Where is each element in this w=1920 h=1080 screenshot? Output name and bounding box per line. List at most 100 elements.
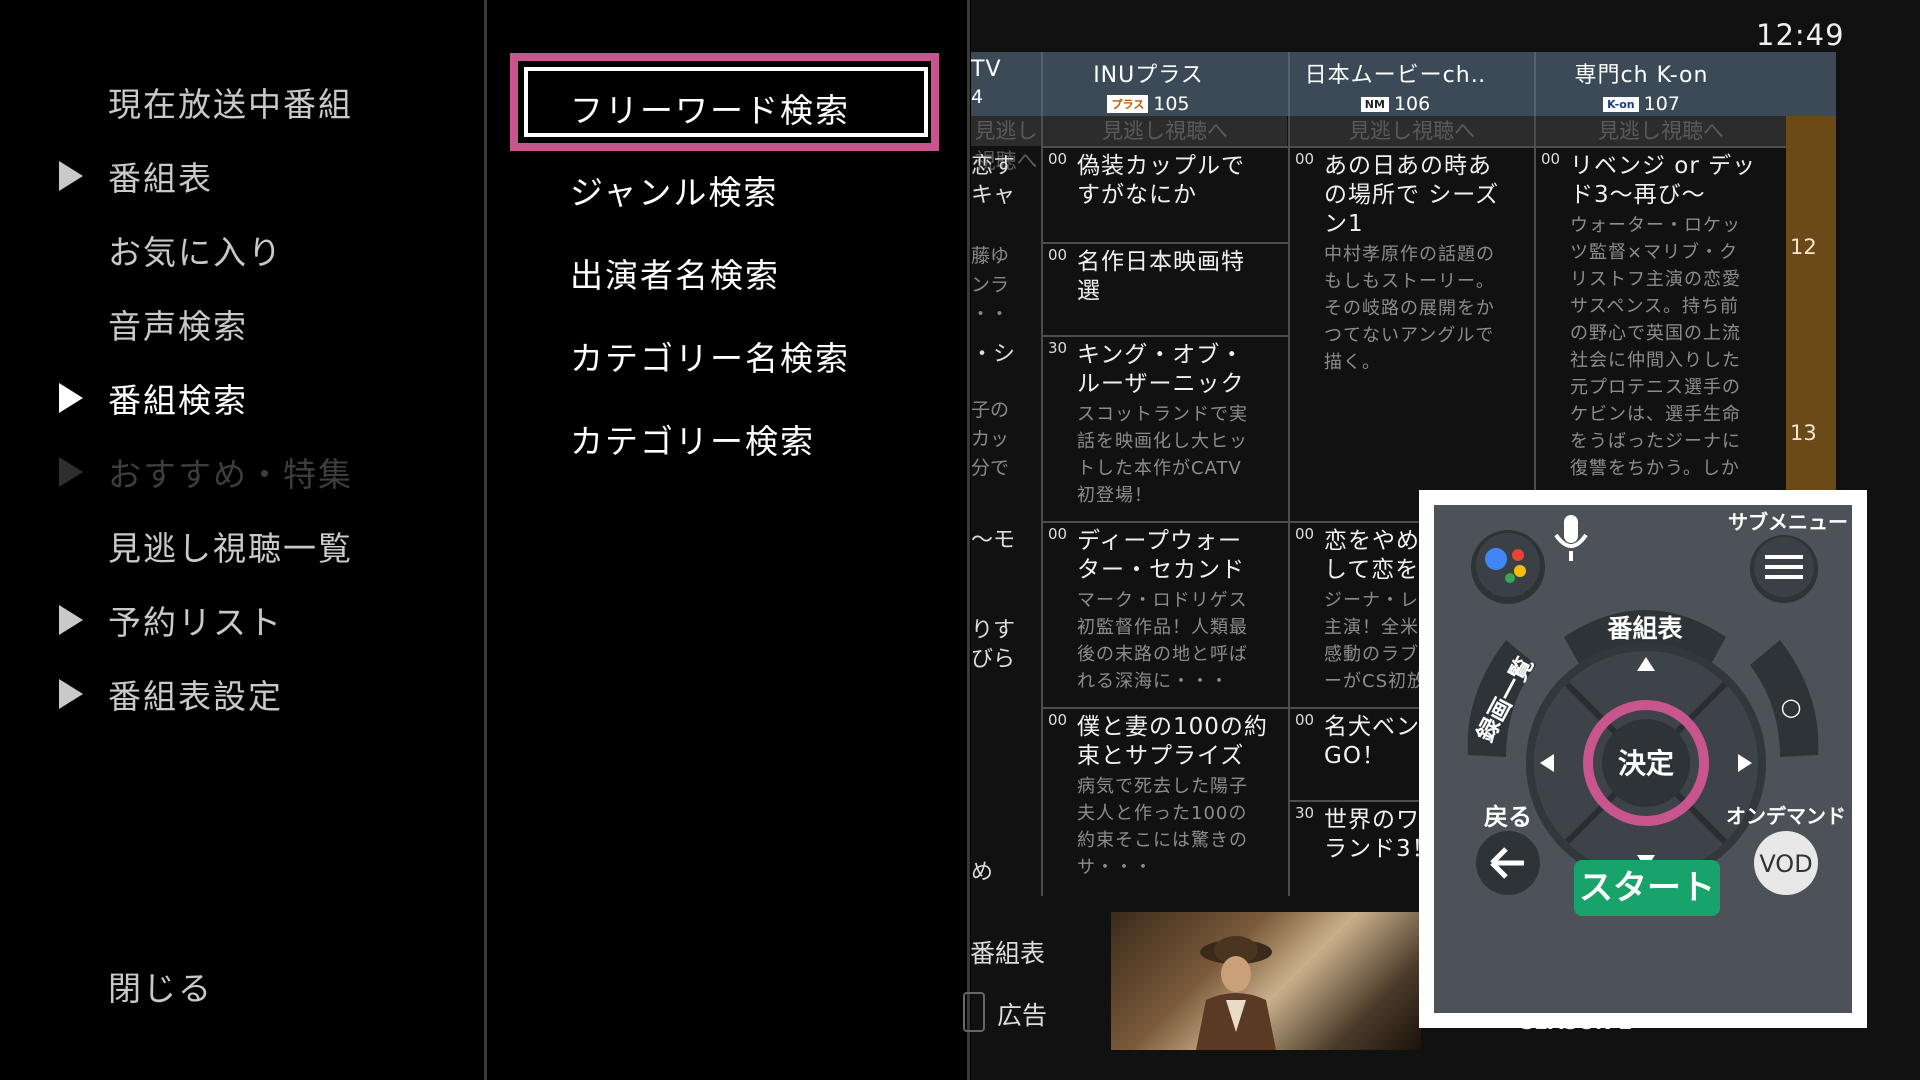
program-title: キング・オブ・ ルーザーニック: [1077, 342, 1245, 397]
submenu-item-performer-search[interactable]: 出演者名検索: [570, 249, 780, 297]
program-fragment[interactable]: ・シ: [971, 340, 1015, 369]
channel-name: 専門ch K-on: [1574, 63, 1709, 88]
channel-header-cell[interactable]: INUプラス プラス 105: [1041, 52, 1256, 116]
channel-name: TV: [971, 57, 1002, 82]
program-cell[interactable]: 00 あの日あの時あ の場所で シーズ ン1 中村孝原作の話題の もしもストーリ…: [1290, 146, 1534, 521]
program-info: リベンジ or デッ ド3～再び～ ウォーター・ロケッ ツ監督×マリブ・ク リス…: [1570, 152, 1776, 482]
catchup-link[interactable]: 見逃し視聴へ: [1536, 116, 1786, 146]
menu-item-label: 予約リスト: [108, 603, 283, 642]
catchup-label: 見逃し視聴へ: [1102, 119, 1228, 143]
submenu-item-category-search[interactable]: カテゴリー検索: [570, 415, 815, 463]
program-title: ディープウォー ター・セカンド: [1077, 528, 1245, 583]
channel-header: TV 4 INUプラス プラス 105 日本ムービーch‥ NM 106 専門ch …: [971, 52, 1836, 116]
remote-control-illustration: サブメニュー 番組表 録画一覧 ○ 決定 戻る オンデマンド VOD スタート: [1434, 505, 1852, 1013]
program-fragment[interactable]: 子の カッ 分で: [971, 396, 1009, 483]
ad-label: 広告: [997, 1001, 1048, 1030]
clock: 12:49: [1756, 18, 1845, 52]
program-info: 僕と妻の100の約 束とサプライズ 病気で死去した陽子 夫人と作った100の 約…: [1077, 713, 1278, 881]
hour-label: 13: [1790, 421, 1817, 445]
menu-icon: [1765, 555, 1803, 559]
program-cell[interactable]: 00 僕と妻の100の約 束とサプライズ 病気で死去した陽子 夫人と作った100…: [1043, 707, 1288, 896]
program-title: 名作日本映画特 選: [1077, 249, 1245, 304]
channel-name: 日本ムービーch‥: [1304, 63, 1487, 88]
catchup-link[interactable]: 見逃し視聴へ: [971, 116, 1041, 173]
program-fragment[interactable]: め: [971, 858, 993, 887]
ok-label: 決定: [1618, 747, 1674, 780]
expand-arrow-icon: [59, 679, 83, 709]
submenu-item-label: 出演者名検索: [570, 256, 780, 295]
program-cell[interactable]: 30 キング・オブ・ ルーザーニック スコットランドで実 話を映画化し大ヒッ ト…: [1043, 335, 1288, 521]
channel-header-cell[interactable]: TV 4: [971, 52, 1037, 116]
program-minute: 00: [1295, 711, 1315, 729]
channel-logo: NM: [1360, 97, 1389, 112]
promo-thumbnail[interactable]: [1111, 912, 1421, 1050]
menu-item-label: おすすめ・特集: [108, 455, 353, 494]
menu-item-catchup-list[interactable]: 見逃し視聴一覧: [108, 522, 353, 570]
program-fragment[interactable]: 藤ゆ ンラ ・・: [971, 242, 1009, 329]
program-description: 中村孝原作の話題の もしもストーリー。 その岐路の展開をか つてないアングルで …: [1324, 244, 1495, 373]
channel-separator: [1288, 52, 1290, 116]
program-fragment[interactable]: 恋す キャ: [971, 152, 1015, 210]
channel-header-cell[interactable]: 専門ch K-on K-on 107: [1534, 52, 1749, 116]
program-minute: 00: [1295, 525, 1315, 543]
program-fragment[interactable]: りす びら: [971, 616, 1015, 674]
program-minute: 00: [1048, 525, 1068, 543]
hour-label: 12: [1790, 235, 1817, 259]
program-minute: 30: [1295, 804, 1315, 822]
channel-logo: プラス: [1107, 95, 1149, 113]
program-title: 僕と妻の100の約 束とサプライズ: [1077, 714, 1268, 769]
close-label: 閉じる: [108, 969, 213, 1008]
channel-separator: [1041, 52, 1043, 116]
menu-item-now-airing[interactable]: 現在放送中番組: [108, 78, 353, 126]
focus-cursor: [524, 67, 928, 137]
catchup-link[interactable]: 見逃し視聴へ: [1290, 116, 1534, 146]
expand-arrow-icon: [59, 457, 83, 487]
program-title: あの日あの時あ の場所で シーズ ン1: [1324, 153, 1500, 237]
program-fragment[interactable]: ～モ: [971, 526, 1015, 555]
menu-item-label: お気に入り: [108, 233, 283, 272]
program-minute: 00: [1541, 150, 1561, 168]
close-button[interactable]: 閉じる: [108, 962, 213, 1010]
menu-item-label: 現在放送中番組: [108, 85, 353, 124]
menu-item-program-search[interactable]: 番組検索: [59, 374, 248, 422]
program-description: ウォーター・ロケッ ツ監督×マリブ・ク リストフ主演の恋愛 サスペンス。持ち前 …: [1570, 215, 1741, 479]
menu-item-label: 番組表設定: [108, 677, 283, 716]
channel-number: 107: [1643, 93, 1680, 115]
channel-header-cell[interactable]: 日本ムービーch‥ NM 106: [1288, 52, 1503, 116]
submenu-label: サブメニュー: [1728, 510, 1848, 534]
channel-separator: [1534, 52, 1536, 116]
program-minute: 00: [1048, 246, 1068, 264]
submenu-item-genre-search[interactable]: ジャンル検索: [570, 166, 778, 214]
program-cell[interactable]: 00 ディープウォー ター・セカンド マーク・ロドリゲス 初監督作品！人類最 後…: [1043, 521, 1288, 707]
program-minute: 00: [1048, 711, 1068, 729]
program-description: スコットランドで実 話を映画化し大ヒッ トした本作がCATV 初登場！: [1077, 404, 1248, 506]
menu-item-reservation-list[interactable]: 予約リスト: [59, 596, 283, 644]
program-description: マーク・ロドリゲス 初監督作品！人類最 後の末路の地と呼ば れる深海に・・・: [1077, 590, 1248, 692]
submenu-item-label: カテゴリー検索: [570, 422, 815, 461]
catchup-link[interactable]: 見逃し視聴へ: [1043, 116, 1287, 146]
menu-item-favorites[interactable]: お気に入り: [108, 226, 283, 274]
assistant-button: [1471, 530, 1545, 604]
menu-item-recommended: おすすめ・特集: [59, 448, 353, 496]
microphone-icon: [1554, 515, 1588, 561]
program-cell[interactable]: 00 名作日本映画特 選: [1043, 242, 1288, 335]
program-info: ディープウォー ター・セカンド マーク・ロドリゲス 初監督作品！人類最 後の末路…: [1077, 527, 1278, 695]
program-info: あの日あの時あ の場所で シーズ ン1 中村孝原作の話題の もしもストーリー。 …: [1324, 152, 1524, 376]
menu-item-voice-search[interactable]: 音声検索: [108, 300, 248, 348]
program-cell[interactable]: 00 偽装カップルで すがなにか: [1043, 146, 1288, 242]
menu-item-label: 音声検索: [108, 307, 248, 346]
expand-arrow-icon: [59, 161, 83, 191]
catchup-label: 見逃し視聴へ: [1598, 119, 1724, 143]
submenu-item-category-name-search[interactable]: カテゴリー名検索: [570, 332, 850, 380]
submenu-item-label: カテゴリー名検索: [570, 339, 850, 378]
program-title: リベンジ or デッ ド3～再び～: [1570, 153, 1757, 208]
guide-label: 番組表: [1606, 614, 1683, 643]
submenu-item-label: ジャンル検索: [570, 173, 779, 212]
menu-item-guide-settings[interactable]: 番組表設定: [59, 670, 283, 718]
submenu-button: [1750, 535, 1818, 603]
channel-logo: K-on: [1603, 97, 1639, 112]
menu-item-program-guide[interactable]: 番組表: [59, 152, 213, 200]
program-minute: 00: [1295, 150, 1315, 168]
menu-item-label: 番組表: [108, 159, 213, 198]
bottom-guide-label[interactable]: 番組表: [970, 934, 1045, 970]
